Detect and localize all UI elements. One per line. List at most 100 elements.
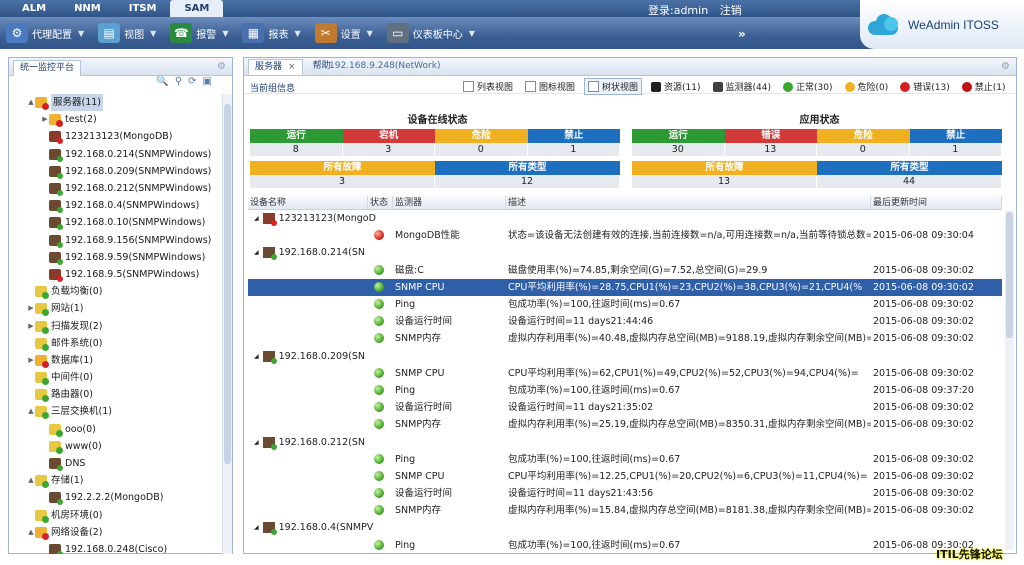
tree-item[interactable]: ▶ test(2) xyxy=(9,111,223,128)
tree-item[interactable]: 中间件(0) xyxy=(9,369,223,386)
toolbar-dashboard-button[interactable]: ▭ 仪表板中心 ▼ xyxy=(386,22,475,44)
table-scrollbar[interactable] xyxy=(1005,210,1014,550)
right-panel-gear-icon[interactable]: ⚙ xyxy=(1001,61,1010,72)
view-button-1[interactable]: 图标视图 xyxy=(522,79,578,94)
tree-item[interactable]: 192.168.9.156(SNMPWindows) xyxy=(9,232,223,249)
tree-item[interactable]: ▲ 存储(1) xyxy=(9,472,223,489)
close-icon[interactable]: × xyxy=(288,62,296,72)
tree-item[interactable]: 路由器(0) xyxy=(9,386,223,403)
tree-item[interactable]: ▶ 网站(1) xyxy=(9,300,223,317)
table-row[interactable]: 设备运行时间 设备运行时间=11 days21:35:02 2015-06-08 0… xyxy=(248,399,1002,416)
tree-item[interactable]: 123213123(MongoDB) xyxy=(9,128,223,145)
collapse-arrow-icon[interactable]: ◢ xyxy=(254,348,259,365)
table-row[interactable]: Ping 包成功率(%)=100,往返时间(ms)=0.67 2015-06-08 … xyxy=(248,451,1002,468)
column-header[interactable]: 状态 xyxy=(368,196,393,209)
column-header[interactable]: 描述 xyxy=(506,196,871,209)
table-row[interactable]: 设备运行时间 设备运行时间=11 days21:43:56 2015-06-08 0… xyxy=(248,485,1002,502)
collapse-arrow-icon[interactable]: ▲ xyxy=(27,94,35,111)
table-row[interactable]: 设备运行时间 设备运行时间=11 days21:44:46 2015-06-08 0… xyxy=(248,313,1002,330)
toolbar-view-button[interactable]: ▤ 视图 ▼ xyxy=(98,22,156,44)
table-row[interactable]: SNMP CPU CPU平均利用率(%)=12.25,CPU1(%)=20,CPU… xyxy=(248,468,1002,485)
tree-item[interactable]: ▲ 网络设备(2) xyxy=(9,524,223,541)
collapse-arrow-icon[interactable]: ◢ xyxy=(254,434,259,451)
toolbar-alarm-button[interactable]: ☎ 报警 ▼ xyxy=(170,22,228,44)
view-button-2[interactable]: 树状视图 xyxy=(584,78,643,95)
tree-item[interactable]: 192.168.9.5(SNMPWindows) xyxy=(9,266,223,283)
top-tab-alm[interactable]: ALM xyxy=(8,0,60,17)
top-tab-nnm[interactable]: NNM xyxy=(60,0,115,17)
tree-item[interactable]: 192.168.0.209(SNMPWindows) xyxy=(9,163,223,180)
tree-item[interactable]: 192.168.0.214(SNMPWindows) xyxy=(9,146,223,163)
table-row[interactable]: 磁盘:C 磁盘使用率(%)=74.85,剩余空间(G)=7.52,总空间(G)=2… xyxy=(248,262,1002,279)
left-panel-title[interactable]: 统一监控平台 xyxy=(13,60,82,76)
tree-item[interactable]: ▶ 扫描发现(2) xyxy=(9,317,223,334)
expand-icon[interactable]: ▶ xyxy=(41,111,49,128)
table-row[interactable]: Ping 包成功率(%)=100,往返时间(ms)=0.67 2015-06-08 … xyxy=(248,296,1002,313)
chevron-down-icon[interactable]: ▼ xyxy=(150,29,156,38)
group-row[interactable]: ◢ 192.168.0.212(SN xyxy=(248,433,1002,450)
chevron-down-icon[interactable]: ▼ xyxy=(469,29,475,38)
group-row[interactable]: ◢ 192.168.0.214(SN xyxy=(248,244,1002,261)
tree-scroll-thumb[interactable] xyxy=(224,104,231,464)
chevron-down-icon[interactable]: ▼ xyxy=(367,29,373,38)
table-scroll-thumb[interactable] xyxy=(1006,212,1013,338)
group-row[interactable]: ◢ 123213123(MongoD xyxy=(248,210,1002,227)
expand-icon[interactable]: ▶ xyxy=(27,300,35,317)
find-icon[interactable]: ⚲ xyxy=(175,76,188,87)
table-row[interactable]: SNMP内存 虚拟内存利用率(%)=40.48,虚拟内存总空间(MB)=9188.… xyxy=(248,330,1002,347)
monitor-filter[interactable]: 监测器(44) xyxy=(710,79,774,94)
table-row[interactable]: Ping 包成功率(%)=100,往返时间(ms)=0.67 2015-06-08 … xyxy=(248,382,1002,399)
column-header[interactable]: 监测器 xyxy=(393,196,506,209)
collapse-arrow-icon[interactable]: ▲ xyxy=(27,472,35,489)
tree-item[interactable]: ▲ 三层交换机(1) xyxy=(9,403,223,420)
table-row[interactable]: MongoDB性能 状态=该设备无法创建有效的连接,当前连接数=n/a,可用连接数… xyxy=(248,227,1002,244)
tree-item[interactable]: 192.168.0.4(SNMPWindows) xyxy=(9,197,223,214)
table-row[interactable]: SNMP CPU CPU平均利用率(%)=62,CPU1(%)=49,CPU2(%… xyxy=(248,365,1002,382)
tree-scrollbar[interactable] xyxy=(222,94,232,554)
tree-item[interactable]: 机房环境(0) xyxy=(9,507,223,524)
tree-item[interactable]: 192.168.0.212(SNMPWindows) xyxy=(9,180,223,197)
search-icon[interactable]: 🔍 xyxy=(156,76,174,87)
table-row[interactable]: SNMP内存 虚拟内存利用率(%)=25.19,虚拟内存总空间(MB)=8350.… xyxy=(248,416,1002,433)
disabled-filter[interactable]: 禁止(1) xyxy=(959,79,1009,94)
top-tab-itsm[interactable]: ITSM xyxy=(115,0,171,17)
column-header[interactable]: 最后更新时间 xyxy=(871,196,1002,209)
left-panel-gear-icon[interactable]: ⚙ xyxy=(217,61,226,72)
table-row[interactable]: SNMP内存 虚拟内存利用率(%)=15.84,虚拟内存总空间(MB)=8181.… xyxy=(248,502,1002,519)
warning-filter[interactable]: 危险(0) xyxy=(842,79,892,94)
collapse-arrow-icon[interactable]: ▲ xyxy=(27,524,35,541)
top-tab-sam[interactable]: SAM xyxy=(170,0,224,17)
collapse-arrow-icon[interactable]: ◢ xyxy=(254,244,259,261)
table-row[interactable]: Ping 包成功率(%)=100,往返时间(ms)=0.67 2015-06-08 … xyxy=(248,537,1002,552)
normal-filter[interactable]: 正常(30) xyxy=(780,79,835,94)
tree-item[interactable]: ▶ 数据库(1) xyxy=(9,352,223,369)
chevron-down-icon[interactable]: ▼ xyxy=(294,29,300,38)
chevron-down-icon[interactable]: ▼ xyxy=(222,29,228,38)
collapse-icon[interactable]: ▣ xyxy=(203,76,218,87)
tree-item[interactable]: 192.168.9.59(SNMPWindows) xyxy=(9,249,223,266)
expand-icon[interactable]: ▶ xyxy=(27,318,35,335)
collapse-arrow-icon[interactable]: ◢ xyxy=(254,519,259,536)
group-row[interactable]: ◢ 192.168.0.4(SNMPV xyxy=(248,519,1002,536)
toolbar-more-icon[interactable]: » xyxy=(738,27,746,41)
refresh-icon[interactable]: ⟳ xyxy=(188,76,202,87)
expand-icon[interactable]: ▶ xyxy=(27,352,35,369)
tree-item[interactable]: 负载均衡(0) xyxy=(9,283,223,300)
error-filter[interactable]: 错误(13) xyxy=(897,79,952,94)
collapse-arrow-icon[interactable]: ▲ xyxy=(27,403,35,420)
tree-item[interactable]: 192.168.0.248(Cisco) xyxy=(9,541,223,554)
table-row[interactable]: SNMP CPU CPU平均利用率(%)=28.75,CPU1(%)=23,CPU… xyxy=(248,278,1002,296)
toolbar-agent-button[interactable]: ⚙ 代理配置 ▼ xyxy=(6,22,84,44)
tree-item[interactable]: 192.2.2.2(MongoDB) xyxy=(9,489,223,506)
toolbar-settings-button[interactable]: ✂ 设置 ▼ xyxy=(314,22,373,44)
resource-filter[interactable]: 资源(11) xyxy=(648,79,703,94)
view-button-0[interactable]: 列表视图 xyxy=(460,79,516,94)
chevron-down-icon[interactable]: ▼ xyxy=(78,29,84,38)
collapse-arrow-icon[interactable]: ◢ xyxy=(254,210,259,227)
tree-item[interactable]: 邮件系统(0) xyxy=(9,335,223,352)
tree-item[interactable]: www(0) xyxy=(9,438,223,455)
tab-0[interactable]: 服务器 × xyxy=(248,59,303,75)
logout-link[interactable]: 注销 xyxy=(720,4,742,17)
tree-item[interactable]: ooo(0) xyxy=(9,421,223,438)
column-header[interactable]: 设备名称 xyxy=(248,196,368,209)
